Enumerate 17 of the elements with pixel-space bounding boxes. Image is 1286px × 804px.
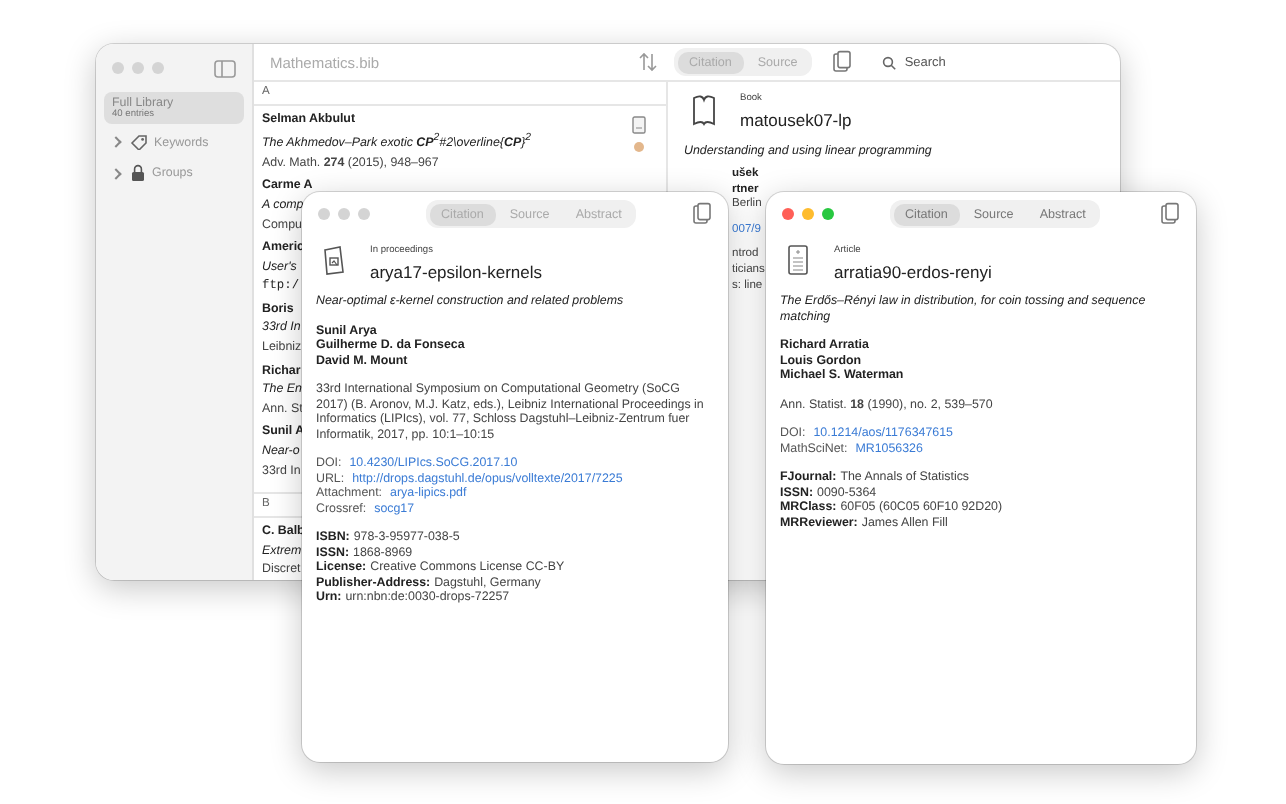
clipboard-icon <box>832 50 853 75</box>
sidebar-toggle-icon <box>214 59 236 77</box>
entry-key: matousek07-lp <box>740 110 852 131</box>
book-icon <box>692 94 716 127</box>
sort-icon <box>638 52 658 73</box>
zoom-button[interactable] <box>822 208 834 220</box>
entry-key: arya17-epsilon-kernels <box>370 265 542 280</box>
tag-icon <box>130 134 148 150</box>
lock-icon <box>130 164 146 182</box>
clipboard-icon <box>692 202 712 226</box>
minimize-button[interactable] <box>802 208 814 220</box>
document-icon <box>322 244 346 276</box>
entry-key: arratia90-erdos-renyi <box>834 265 992 280</box>
close-button[interactable] <box>782 208 794 220</box>
document-icon <box>786 244 810 276</box>
search-icon <box>882 55 897 70</box>
clipboard-icon <box>1160 202 1180 226</box>
